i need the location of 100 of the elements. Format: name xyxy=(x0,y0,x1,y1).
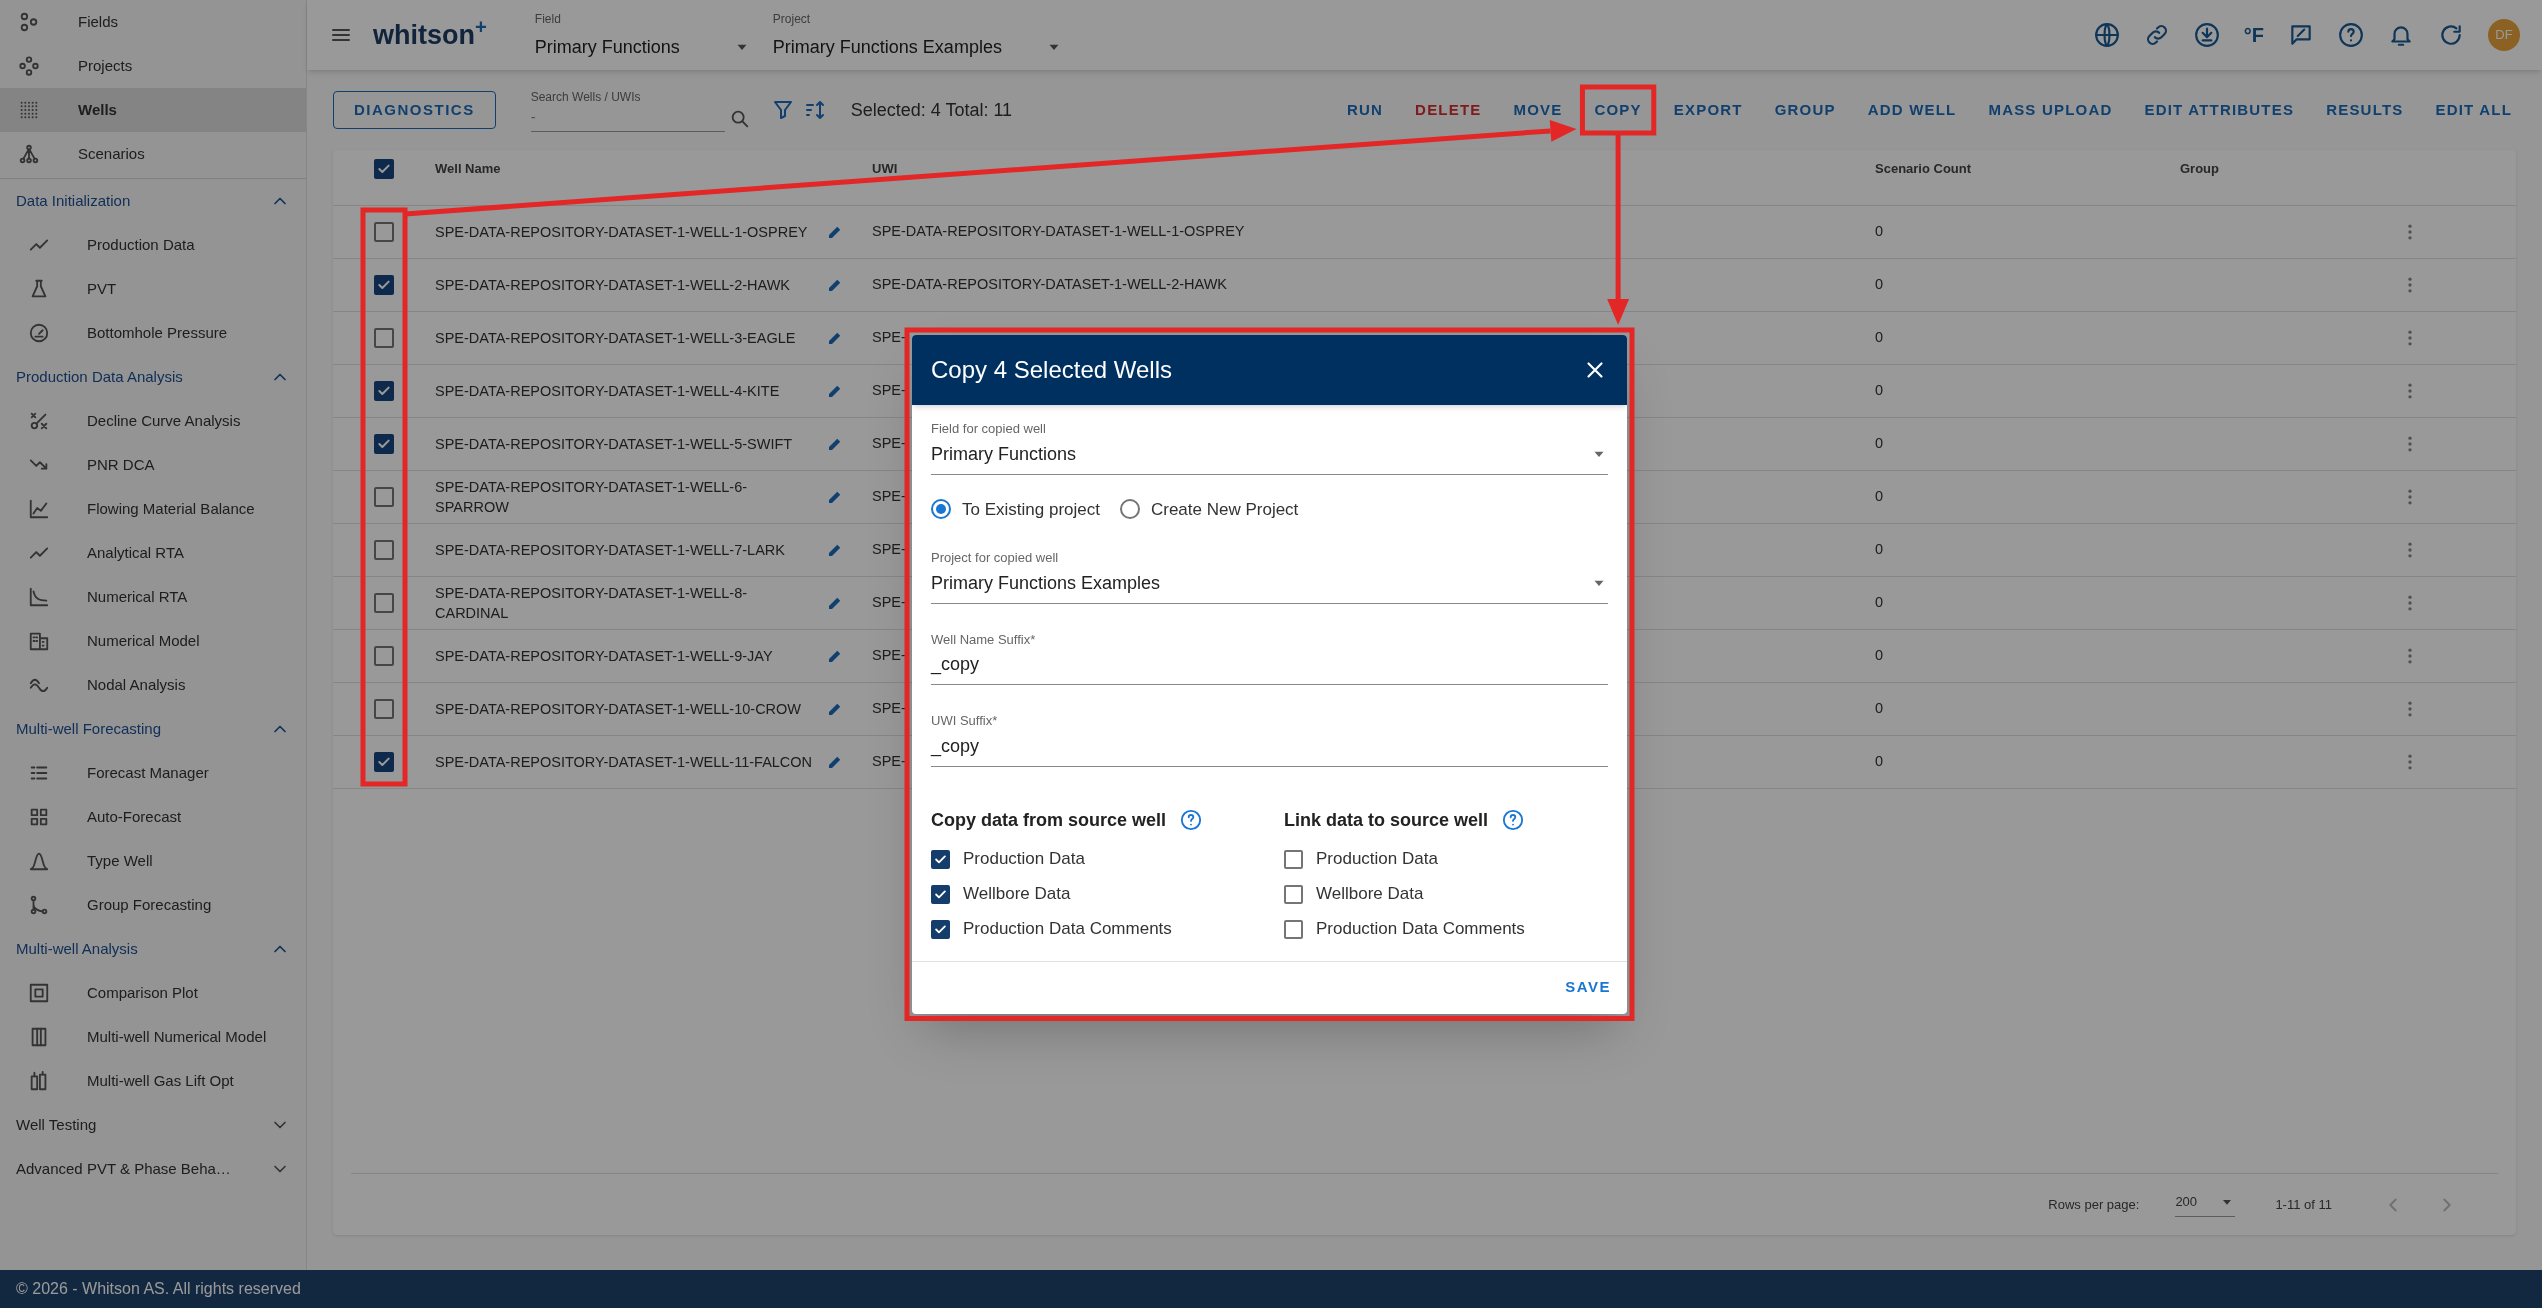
checkbox[interactable] xyxy=(374,593,394,613)
menu-item[interactable]: Production Data xyxy=(87,233,195,257)
menu-item[interactable]: Forecast Manager xyxy=(87,761,209,785)
help-icon[interactable] xyxy=(2338,22,2364,48)
table-cell-text: SPE- xyxy=(872,328,906,348)
menu-item[interactable]: Numerical RTA xyxy=(87,585,188,609)
section-header[interactable]: Multi-well Forecasting xyxy=(16,717,162,741)
toolbar-button[interactable]: EXPORT xyxy=(1659,91,1757,129)
table-cell-text: SPE- xyxy=(872,646,906,666)
checkbox[interactable] xyxy=(931,884,950,904)
building-icon xyxy=(28,630,50,652)
menu-item[interactable]: PVT xyxy=(87,277,117,301)
checkbox-label: Wellbore Data xyxy=(963,883,1071,906)
toolbar-button[interactable]: RUN xyxy=(1333,91,1398,129)
toolbar-button[interactable]: COPY xyxy=(1580,91,1656,129)
dropdown[interactable]: Project for copied well Primary Functions Examples xyxy=(931,548,1608,604)
diagnostics-button[interactable]: DIAGNOSTICS xyxy=(333,91,496,129)
section-header[interactable]: Advanced PVT & Phase Beha… xyxy=(16,1157,231,1181)
table-cell-text: 0 xyxy=(1875,381,1884,401)
menu-item[interactable]: PNR DCA xyxy=(87,453,155,477)
radio-option[interactable]: Create New Project xyxy=(1119,496,1299,522)
refresh-icon[interactable] xyxy=(2438,22,2464,48)
dropdown[interactable]: Primary Functions Examples xyxy=(772,33,1063,61)
checkbox[interactable] xyxy=(374,381,394,401)
section-header[interactable]: Multi-well Analysis xyxy=(16,937,138,961)
feedback-icon[interactable] xyxy=(2288,22,2314,48)
checkbox[interactable] xyxy=(931,849,950,869)
menu-item[interactable]: Auto-Forecast xyxy=(87,805,182,829)
toolbar-button[interactable]: GROUP xyxy=(1760,91,1850,129)
unit-toggle[interactable]: °F xyxy=(2243,20,2264,50)
checkbox[interactable] xyxy=(1284,919,1303,939)
table-cell-text: SPE-DATA-REPOSITORY-DATASET-1-WELL-4-KITE xyxy=(435,382,781,401)
menu-item[interactable]: Decline Curve Analysis xyxy=(87,409,241,433)
column-header[interactable]: UWI xyxy=(872,159,898,179)
rows-per-page-select[interactable]: 200 xyxy=(2175,1192,2236,1217)
menu-item[interactable]: Flowing Material Balance xyxy=(87,497,255,521)
field-label: Field xyxy=(534,10,562,28)
menu-item[interactable]: Comparison Plot xyxy=(87,981,198,1005)
section-header[interactable]: Well Testing xyxy=(16,1113,97,1137)
dropdown[interactable]: Primary Functions xyxy=(534,33,751,61)
column-header[interactable]: Well Name xyxy=(435,159,501,179)
menu-item[interactable]: Multi-well Gas Lift Opt xyxy=(87,1069,234,1093)
help-icon[interactable] xyxy=(1180,809,1203,831)
toolbar-button[interactable]: DELETE xyxy=(1401,91,1496,129)
table-cell-text: SPE-DATA-REPOSITORY-DATASET-1-WELL-2-HAWK xyxy=(872,275,1228,295)
toolbar-button[interactable]: RESULTS xyxy=(2312,91,2418,129)
checkbox[interactable] xyxy=(374,487,394,507)
nav-item[interactable]: Fields xyxy=(0,0,306,44)
checkbox[interactable] xyxy=(374,222,394,242)
table-cell-text: SPE- xyxy=(872,593,906,613)
nav-item[interactable]: Projects xyxy=(0,44,306,88)
menu-item[interactable]: Type Well xyxy=(87,849,153,873)
checkbox[interactable] xyxy=(931,919,950,939)
toolbar-button[interactable]: MOVE xyxy=(1499,91,1577,129)
checkbox[interactable] xyxy=(374,434,394,454)
scatter-icon xyxy=(28,410,50,432)
checkbox[interactable] xyxy=(1284,884,1303,904)
table-cell-text: SPE- xyxy=(872,699,906,719)
menu-item[interactable]: Group Forecasting xyxy=(87,893,212,917)
nav-item[interactable]: Scenarios xyxy=(0,132,306,176)
checkbox[interactable] xyxy=(374,275,394,295)
checkbox[interactable] xyxy=(374,646,394,666)
section-header[interactable]: Production Data Analysis xyxy=(16,365,183,389)
gauge-icon xyxy=(28,322,50,344)
table-cell-text: 0 xyxy=(1875,593,1884,613)
menu-item[interactable]: Bottomhole Pressure xyxy=(87,321,228,345)
section-header[interactable]: Data Initialization xyxy=(16,189,131,213)
search-field[interactable]: - xyxy=(530,106,725,132)
toolbar-button[interactable]: EDIT ALL xyxy=(2421,91,2526,129)
column-header[interactable]: Scenario Count xyxy=(1875,159,1972,179)
checkbox[interactable] xyxy=(374,752,394,772)
menu-item[interactable]: Nodal Analysis xyxy=(87,673,186,697)
radio-option[interactable]: To Existing project xyxy=(931,496,1100,522)
table-cell-text: SPE-DATA-REPOSITORY-DATASET-1-WELL-10-CROW xyxy=(435,700,803,719)
checkbox[interactable] xyxy=(374,699,394,719)
table-cell-text: SPE-DATA-REPOSITORY-DATASET-1-WELL-3-EAGLE xyxy=(435,329,797,348)
curve-chart-icon xyxy=(28,586,50,608)
selection-summary: Selected: 4 Total: 11 xyxy=(850,98,1013,122)
toolbar-button[interactable]: EDIT ATTRIBUTES xyxy=(2130,91,2309,129)
nav-item[interactable]: Wells xyxy=(0,88,306,132)
table-cell-text: SPE-DATA-REPOSITORY-DATASET-1-WELL-5-SWIFT xyxy=(435,435,794,454)
input-field[interactable]: Well Name Suffix* _copy xyxy=(931,629,1608,685)
rows-per-page-label: Rows per page: xyxy=(2048,1195,2140,1214)
input-field[interactable]: UWI Suffix* _copy xyxy=(931,711,1608,767)
download-icon[interactable] xyxy=(2193,22,2220,48)
checkbox[interactable] xyxy=(374,158,394,179)
table-cell-text: SPE- xyxy=(872,540,906,560)
column-header[interactable]: Group xyxy=(2180,159,2219,179)
save-button[interactable]: SAVE xyxy=(1565,976,1611,999)
dropdown[interactable]: Field for copied well Primary Functions xyxy=(931,419,1608,475)
menu-item[interactable]: Multi-well Numerical Model xyxy=(87,1025,267,1049)
menu-item[interactable]: Analytical RTA xyxy=(87,541,184,565)
checkbox[interactable] xyxy=(1284,849,1303,869)
help-icon[interactable] xyxy=(1502,809,1525,831)
checkbox[interactable] xyxy=(374,328,394,348)
menu-item[interactable]: Numerical Model xyxy=(87,629,200,653)
globe-icon[interactable] xyxy=(2093,22,2120,48)
checkbox[interactable] xyxy=(374,540,394,560)
toolbar-button[interactable]: ADD WELL xyxy=(1853,91,1971,129)
toolbar-button[interactable]: MASS UPLOAD xyxy=(1974,91,2127,129)
